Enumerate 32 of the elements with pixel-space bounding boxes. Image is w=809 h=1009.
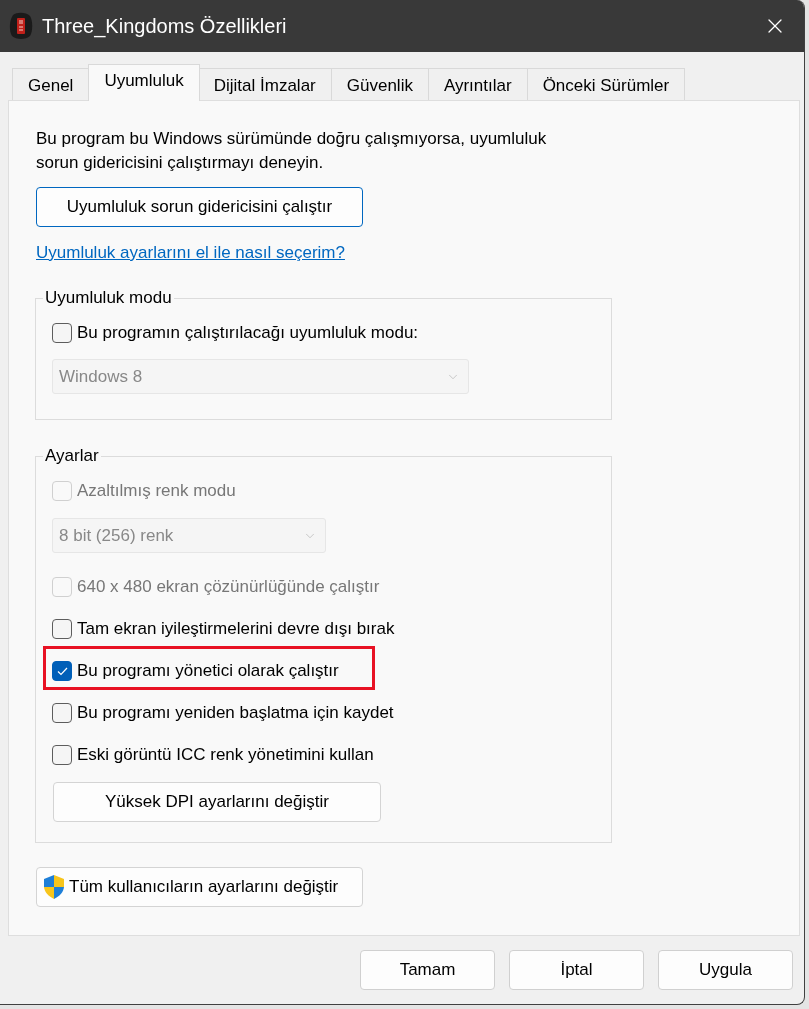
checkbox-label: Bu programın çalıştırılacağı uyumluluk modu: [77, 322, 419, 345]
intro-text: Bu program bu Windows sürümünde doğru çalışmıyorsa, uyumluluk sorun gidericisini çalıştırmayı deneyin. [36, 128, 548, 174]
checkbox[interactable] [52, 661, 72, 681]
checkbox-label: 640 x 480 ekran çözünürlüğünde çalıştır [77, 576, 380, 599]
help-link[interactable]: Uyumluluk ayarlarını el ile nasıl seçerim? [36, 241, 345, 265]
window-title: Three_Kingdoms Özellikleri [42, 14, 287, 40]
checkbox[interactable] [52, 323, 72, 343]
checkbox[interactable] [52, 703, 72, 723]
group-title: Ayarlar [44, 445, 100, 467]
troubleshooter-button[interactable]: Uyumluluk sorun gidericisini çalıştır [36, 187, 363, 227]
tab[interactable]: Önceki Sürümler [527, 68, 686, 100]
group-title: Uyumluluk modu [44, 287, 173, 309]
all-users-button[interactable]: Tüm kullanıcıların ayarlarını değiştir [36, 867, 363, 907]
dialog-button[interactable]: Tamam [360, 950, 495, 990]
dialog-button[interactable]: Uygula [658, 950, 793, 990]
shield-icon [41, 874, 67, 900]
checkbox-label: Tam ekran iyileştirmelerini devre dışı bırak [77, 618, 395, 641]
checkbox-label: Bu programı yönetici olarak çalıştır [77, 660, 339, 683]
tab[interactable]: Uyumluluk [88, 64, 200, 101]
dialog-button[interactable]: İptal [509, 950, 644, 990]
checkbox[interactable] [52, 619, 72, 639]
check-icon [56, 666, 68, 676]
tab[interactable]: Genel [12, 68, 90, 100]
checkbox[interactable] [52, 745, 72, 765]
tab[interactable]: Ayrıntılar [428, 68, 528, 100]
checkbox-label: Bu programı yeniden başlatma için kaydet [77, 702, 394, 725]
dpi-settings-button[interactable]: Yüksek DPI ayarlarını değiştir [53, 782, 381, 822]
checkbox-label: Eski görüntü ICC renk yönetimini kullan [77, 744, 374, 767]
tab[interactable]: Güvenlik [331, 68, 429, 100]
tab[interactable]: Dijital İmzalar [198, 68, 332, 100]
app-icon [9, 12, 33, 40]
checkbox-label: Azaltılmış renk modu [77, 480, 236, 503]
